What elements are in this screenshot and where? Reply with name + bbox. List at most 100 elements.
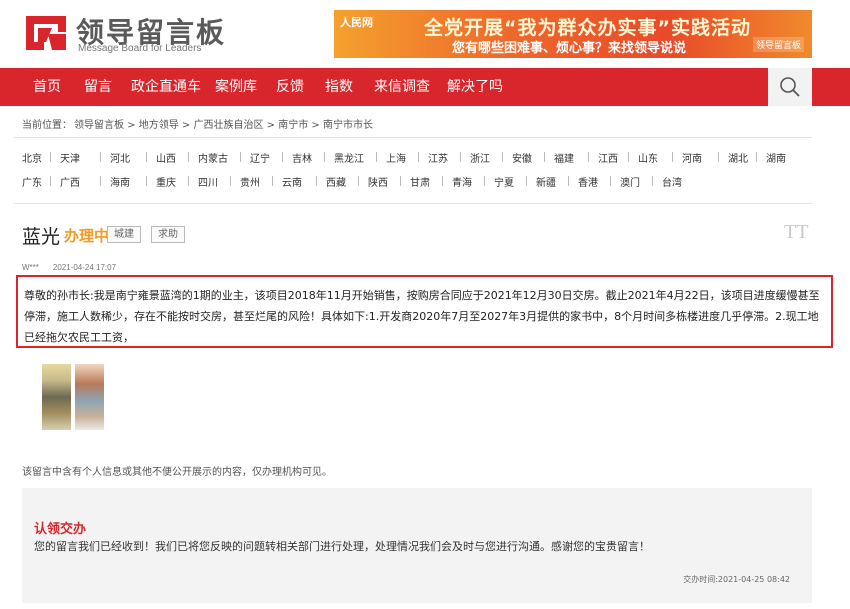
region-link[interactable]: 西藏 (326, 174, 346, 189)
region-link[interactable]: 陕西 (368, 174, 388, 189)
region-separator (756, 152, 757, 162)
region-separator (484, 176, 485, 186)
message-author: W*** (22, 263, 39, 272)
region-link[interactable]: 青海 (452, 174, 472, 189)
region-link[interactable]: 澳门 (620, 174, 640, 189)
region-link[interactable]: 甘肃 (410, 174, 430, 189)
region-link[interactable]: 河南 (682, 150, 702, 165)
tag-qiuzhu[interactable]: 求助 (151, 226, 185, 243)
region-separator (188, 176, 189, 186)
logo-icon[interactable] (22, 12, 70, 54)
region-row: 北京 天津 河北 山西 内蒙古 辽宁 吉林 黑龙江 上海 江苏 浙江 安徽 福建 江西 山东 河南 湖北 湖南 (22, 150, 802, 174)
nav-item-home[interactable]: 首页 (33, 68, 61, 106)
region-link[interactable]: 上海 (386, 150, 406, 165)
region-link[interactable]: 新疆 (536, 174, 556, 189)
region-link[interactable]: 宁夏 (494, 174, 514, 189)
nav-item-resolved[interactable]: 解决了吗 (447, 68, 503, 106)
message-meta: W*** 2021-04-24 17:07 (22, 263, 130, 272)
region-link[interactable]: 重庆 (156, 174, 176, 189)
nav-item-feedback[interactable]: 反馈 (276, 68, 304, 106)
region-separator (146, 152, 147, 162)
region-separator (502, 152, 503, 162)
attachment-thumbnail[interactable] (42, 364, 71, 430)
region-link[interactable]: 广西 (60, 174, 80, 189)
nav-item-cases[interactable]: 案例库 (215, 68, 257, 106)
attachment-images (42, 364, 104, 430)
nav-item-message[interactable]: 留言 (84, 68, 112, 106)
region-separator (628, 152, 629, 162)
region-link[interactable]: 江苏 (428, 150, 448, 165)
region-link[interactable]: 福建 (554, 150, 574, 165)
region-link[interactable]: 贵州 (240, 174, 260, 189)
breadcrumb: 当前位置： 领导留言板 > 地方领导 > 广西壮族自治区 > 南宁市 > 南宁市市… (22, 116, 375, 131)
region-link[interactable]: 内蒙古 (198, 150, 228, 165)
reply-time-label: 交办时间: (683, 575, 718, 584)
search-icon (780, 77, 800, 97)
region-separator (100, 176, 101, 186)
region-link[interactable]: 北京 (22, 150, 42, 165)
logo-subtitle: Message Board for Leaders (78, 43, 202, 54)
region-separator (282, 152, 283, 162)
banner-mark: 领导留言板 (752, 37, 804, 52)
region-separator (442, 176, 443, 186)
region-link[interactable]: 山东 (638, 150, 658, 165)
breadcrumb-prefix: 当前位置： (22, 120, 72, 131)
font-size-toggle[interactable]: TT (784, 221, 808, 244)
message-body: 尊敬的孙市长:我是南宁雍景蓝湾的1期的业主，该项目2018年11月开始销售，按购… (16, 275, 833, 348)
region-link[interactable]: 吉林 (292, 150, 312, 165)
attachment-thumbnail[interactable] (75, 364, 104, 430)
region-link[interactable]: 广东 (22, 174, 42, 189)
reply-title: 认领交办 (34, 522, 87, 537)
region-link[interactable]: 黑龙江 (334, 150, 364, 165)
region-link[interactable]: 湖北 (728, 150, 748, 165)
region-separator (230, 176, 231, 186)
nav-item-survey[interactable]: 来信调查 (374, 68, 430, 106)
region-separator (526, 176, 527, 186)
region-link[interactable]: 四川 (198, 174, 218, 189)
region-separator (610, 176, 611, 186)
campaign-banner[interactable]: 人民网 全党开展“我为群众办实事”实践活动 您有哪些困难事、烦心事？来找领导说说… (334, 10, 812, 58)
region-separator (100, 152, 101, 162)
tag-chengjian[interactable]: 城建 (107, 226, 141, 243)
reply-time-value: 2021-04-25 08:42 (717, 575, 790, 584)
reply-panel: 认领交办 您的留言我们已经收到！我们已将您反映的问题转相关部门进行处理，处理情况… (22, 488, 812, 603)
region-separator (672, 152, 673, 162)
banner-headline: 全党开展“我为群众办实事”实践活动 (424, 17, 751, 39)
region-link[interactable]: 山西 (156, 150, 176, 165)
region-link[interactable]: 安徽 (512, 150, 532, 165)
region-link[interactable]: 台湾 (662, 174, 682, 189)
region-link[interactable]: 河北 (110, 150, 130, 165)
banner-logo: 人民网 (340, 16, 373, 29)
region-separator (400, 176, 401, 186)
main-nav: 首页 留言 政企直通车 案例库 反馈 指数 来信调查 解决了吗 (0, 68, 850, 106)
region-separator (418, 152, 419, 162)
region-link[interactable]: 天津 (60, 150, 80, 165)
nav-item-enterprise[interactable]: 政企直通车 (131, 68, 201, 106)
privacy-note: 该留言中含有个人信息或其他不便公开展示的内容，仅办理机构可见。 (22, 467, 332, 478)
region-separator (568, 176, 569, 186)
nav-item-index[interactable]: 指数 (325, 68, 353, 106)
region-separator (544, 152, 545, 162)
search-button[interactable] (768, 68, 812, 106)
region-separator (316, 176, 317, 186)
banner-subline: 您有哪些困难事、烦心事？来找领导说说 (452, 41, 687, 56)
region-separator (376, 152, 377, 162)
region-link[interactable]: 云南 (282, 174, 302, 189)
region-link[interactable]: 辽宁 (250, 150, 270, 165)
region-link[interactable]: 江西 (598, 150, 618, 165)
reply-time: 交办时间:2021-04-25 08:42 (683, 574, 790, 585)
breadcrumb-path[interactable]: 领导留言板 > 地方领导 > 广西壮族自治区 > 南宁市 > 南宁市市长 (74, 120, 373, 131)
region-separator (718, 152, 719, 162)
region-link[interactable]: 浙江 (470, 150, 490, 165)
divider (14, 203, 812, 204)
status-badge: 办理中 (64, 227, 110, 245)
site-header: 领导留言板 Message Board for Leaders 人民网 全党开展… (0, 0, 850, 68)
region-link[interactable]: 湖南 (766, 150, 786, 165)
region-separator (460, 152, 461, 162)
region-separator (358, 176, 359, 186)
message-title: 蓝光 (22, 226, 61, 248)
region-separator (146, 176, 147, 186)
region-link[interactable]: 海南 (110, 174, 130, 189)
region-separator (240, 152, 241, 162)
region-link[interactable]: 香港 (578, 174, 598, 189)
